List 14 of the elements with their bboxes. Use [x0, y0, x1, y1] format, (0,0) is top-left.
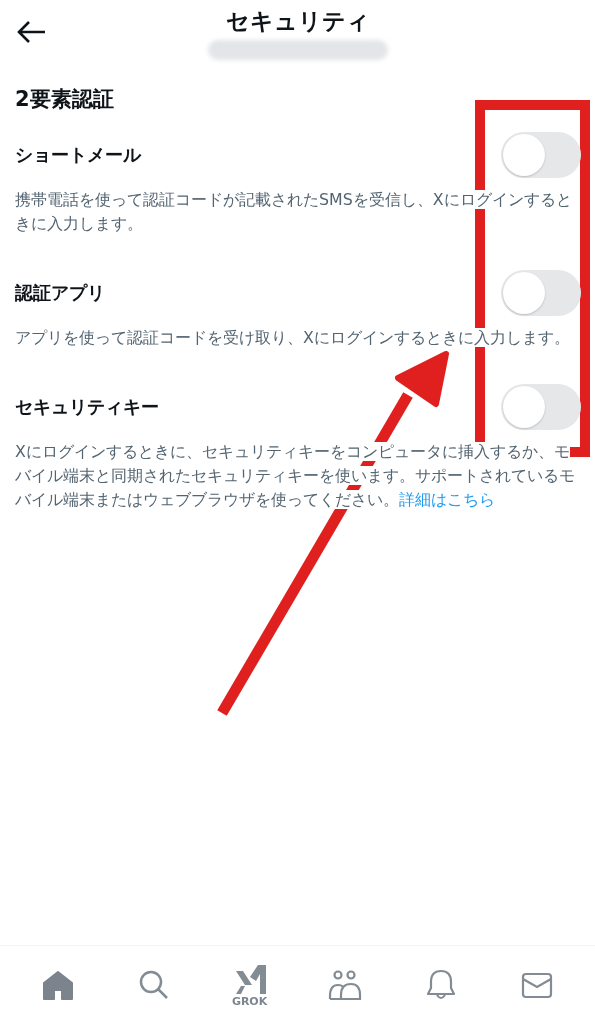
learn-more-link[interactable]: 詳細はこちら — [399, 490, 495, 509]
option-title: 認証アプリ — [15, 281, 105, 305]
back-arrow-icon[interactable] — [17, 20, 47, 44]
option-title: セキュリティキー — [15, 395, 159, 419]
toggle-switch[interactable] — [501, 270, 581, 316]
option-title: ショートメール — [15, 143, 141, 167]
toggle-switch[interactable] — [501, 132, 581, 178]
toggle-switch[interactable] — [501, 384, 581, 430]
people-icon[interactable] — [328, 968, 363, 1002]
home-icon[interactable] — [40, 968, 75, 1002]
option-description: Xにログインするときに、セキュリティキーをコンピュータに挿入するか、モバイル端末と同期されたセキュリティキーを使います。サポートされているモバイル端末またはウェブブラウザを使ってください。詳細はこちら — [15, 441, 576, 511]
page-title: セキュリティ — [225, 7, 370, 36]
grok-label[interactable]: GROK — [231, 996, 268, 1008]
section-heading: 2要素認証 — [14, 86, 115, 113]
